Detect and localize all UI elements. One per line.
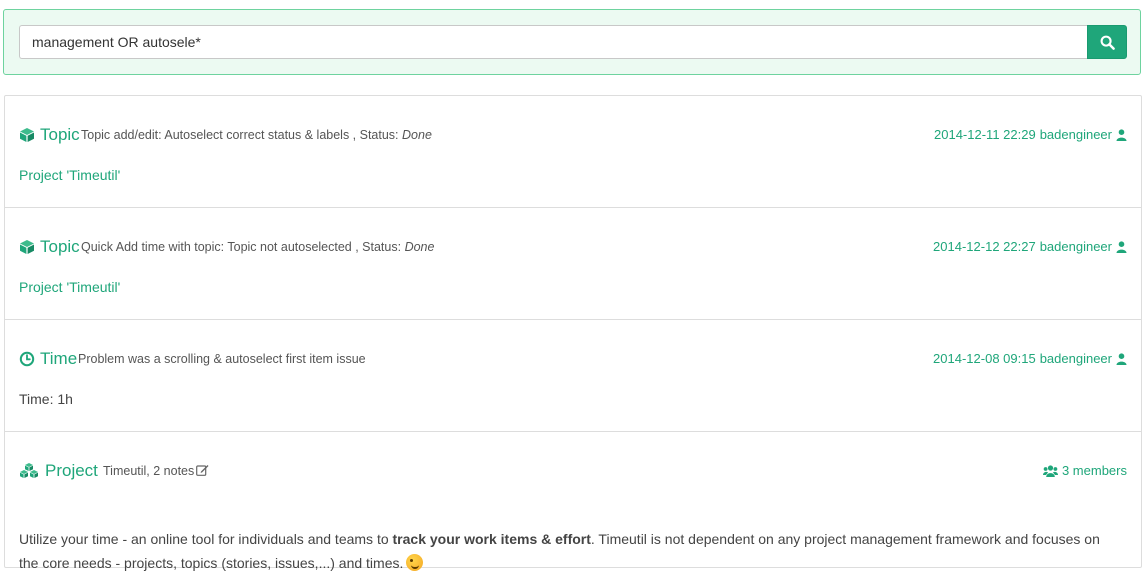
- result-description: Quick Add time with topic: Topic not aut…: [81, 240, 435, 254]
- status-value: Done: [404, 240, 435, 254]
- status-value: Done: [402, 128, 432, 142]
- result-description: Problem was a scrolling & autoselect fir…: [78, 352, 366, 366]
- result-description: Timeutil, 2 notes: [103, 460, 209, 482]
- cube-icon: [20, 240, 34, 254]
- result-item: Time Problem was a scrolling & autoselec…: [5, 320, 1141, 432]
- results-list: Topic Topic add/edit: Autoselect correct…: [4, 95, 1142, 571]
- search-input[interactable]: [19, 25, 1087, 59]
- highlight-text: track your work items & effort: [392, 531, 591, 547]
- result-datetime: 2014-12-11 22:29: [934, 127, 1036, 142]
- clock-icon: [19, 351, 35, 367]
- result-datetime: 2014-12-12 22:27: [933, 239, 1036, 254]
- result-type-link[interactable]: Project: [45, 460, 98, 482]
- result-meta[interactable]: 2014-12-12 22:27 badengineer: [933, 236, 1127, 258]
- project-link[interactable]: Project 'Timeutil': [19, 279, 120, 295]
- search-button[interactable]: [1087, 25, 1127, 59]
- wink-emoji-icon: [406, 554, 424, 571]
- result-user: badengineer: [1039, 239, 1112, 254]
- result-user: badengineer: [1039, 351, 1112, 366]
- result-description: Topic add/edit: Autoselect correct statu…: [81, 128, 432, 142]
- result-type-link[interactable]: Topic: [40, 236, 80, 258]
- edit-icon[interactable]: [196, 464, 209, 476]
- result-user: badengineer: [1039, 127, 1112, 142]
- search-panel: [3, 9, 1141, 75]
- result-type-link[interactable]: Topic: [40, 124, 80, 146]
- project-description: Utilize your time - an online tool for i…: [19, 531, 1100, 571]
- user-icon: [1116, 241, 1127, 253]
- time-value: Time: 1h: [19, 391, 73, 407]
- cube-icon: [20, 128, 34, 142]
- user-icon: [1116, 353, 1127, 365]
- result-item: Topic Topic add/edit: Autoselect correct…: [5, 96, 1141, 208]
- members-link[interactable]: 3 members: [1042, 460, 1127, 482]
- members-count: 3 members: [1061, 463, 1127, 478]
- result-item: Topic Quick Add time with topic: Topic n…: [5, 208, 1141, 320]
- user-icon: [1116, 129, 1127, 141]
- result-meta[interactable]: 2014-12-08 09:15 badengineer: [933, 348, 1127, 370]
- result-item: Project Timeutil, 2 notes 3 members Util…: [5, 432, 1141, 571]
- cubes-icon: [20, 463, 38, 478]
- project-link[interactable]: Project 'Timeutil': [19, 167, 120, 183]
- result-type-link[interactable]: Time: [40, 348, 77, 370]
- users-icon: [1042, 465, 1058, 477]
- search-icon: [1100, 35, 1115, 50]
- result-meta[interactable]: 2014-12-11 22:29 badengineer: [934, 124, 1127, 146]
- result-datetime: 2014-12-08 09:15: [933, 351, 1036, 366]
